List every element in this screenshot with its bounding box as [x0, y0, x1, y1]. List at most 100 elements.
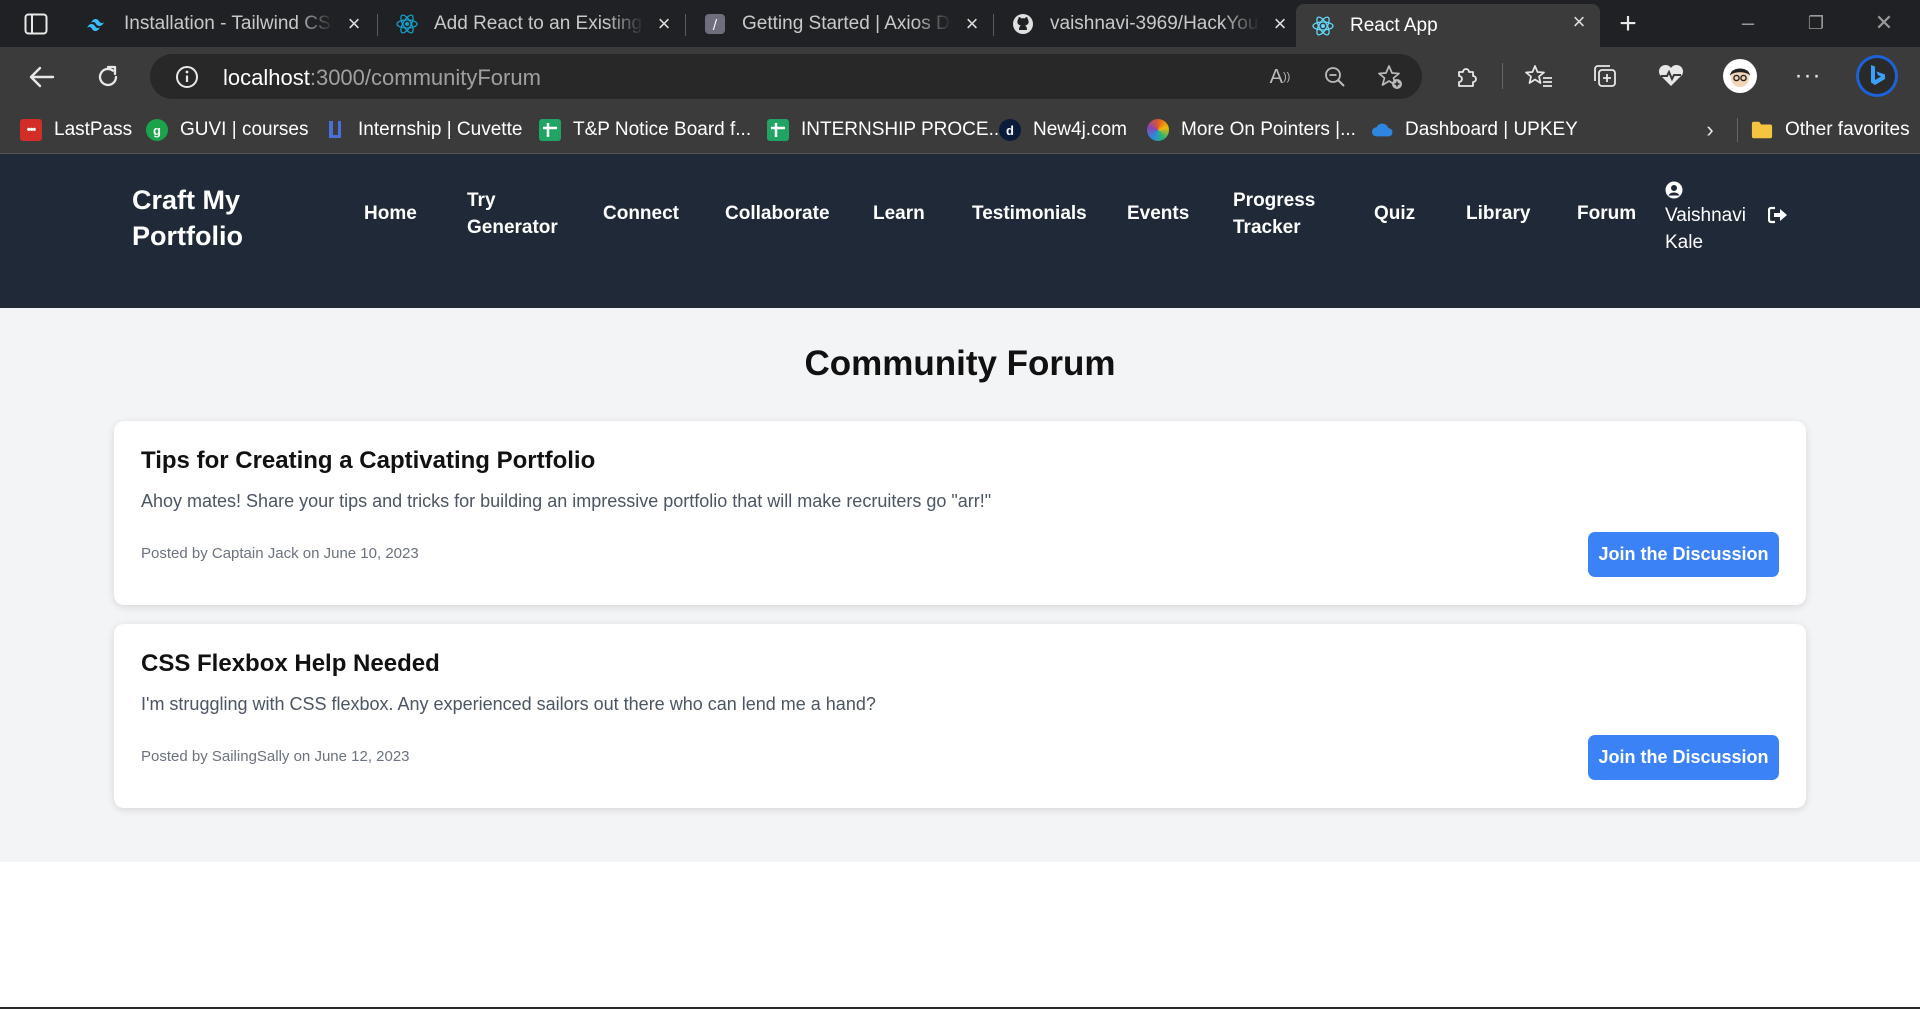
bookmark-tp-notice[interactable]: T&P Notice Board f... — [539, 116, 751, 144]
tab-react-docs[interactable]: Add React to an Existing P × — [380, 6, 685, 42]
tab-actions-icon[interactable] — [20, 11, 52, 37]
close-tab-icon[interactable]: × — [343, 13, 365, 35]
folder-icon — [1751, 119, 1773, 141]
nav-label: Library — [1466, 203, 1531, 224]
bookmark-upkey[interactable]: Dashboard | UPKEY — [1371, 116, 1578, 144]
nav-events[interactable]: Events — [1127, 200, 1189, 227]
cuvette-icon — [324, 119, 346, 141]
close-tab-icon[interactable]: × — [653, 13, 675, 35]
bookmark-label: Dashboard | UPKEY — [1405, 119, 1578, 140]
site-navbar: Craft My Portfolio Home Try Generator Con… — [0, 154, 1920, 308]
minimize-icon[interactable]: – — [1720, 6, 1776, 40]
close-tab-icon[interactable]: × — [1568, 11, 1590, 33]
nav-label: Events — [1127, 203, 1190, 224]
tab-tailwind[interactable]: Installation - Tailwind CSS × — [70, 6, 375, 42]
tab-divider — [993, 14, 994, 36]
nav-label: Learn — [873, 203, 925, 224]
bookmark-label: GUVI | courses — [180, 119, 309, 140]
browser-essentials-icon[interactable] — [1654, 60, 1688, 92]
tab-title: Add React to an Existing P — [434, 13, 644, 34]
tailwind-icon — [86, 13, 108, 35]
nav-progress-tracker[interactable]: Progress Tracker — [1233, 187, 1315, 241]
close-window-icon[interactable]: ✕ — [1856, 6, 1912, 40]
cloud-icon — [1371, 119, 1393, 141]
colorful-icon — [1147, 119, 1169, 141]
back-icon[interactable] — [24, 61, 60, 93]
browser-chrome: Installation - Tailwind CSS × Add React … — [0, 0, 1920, 154]
toolbar-divider — [1502, 63, 1503, 89]
nav-collaborate[interactable]: Collaborate — [725, 200, 830, 227]
favorites-icon[interactable] — [1522, 60, 1556, 92]
close-tab-icon[interactable]: × — [961, 13, 983, 35]
extensions-icon[interactable] — [1450, 60, 1484, 92]
post-meta: Posted by Captain Jack on June 10, 2023 — [141, 545, 419, 562]
tab-react-app[interactable]: React App × — [1296, 4, 1600, 47]
reload-icon[interactable] — [90, 60, 126, 94]
other-favorites[interactable]: Other favorites — [1751, 116, 1910, 144]
tab-axios[interactable]: / Getting Started | Axios Do × — [688, 6, 993, 42]
brand-logo[interactable]: Craft My Portfolio — [132, 182, 243, 254]
zoom-out-icon[interactable] — [1320, 63, 1350, 91]
forum-page: Community Forum Tips for Creating a Capt… — [0, 308, 1920, 862]
bookmark-label: T&P Notice Board f... — [573, 119, 752, 140]
react-icon — [1312, 15, 1334, 37]
bookmarks-divider — [1737, 118, 1738, 142]
join-discussion-button[interactable]: Join the Discussion — [1588, 532, 1779, 577]
nav-home[interactable]: Home — [364, 200, 417, 227]
nav-learn[interactable]: Learn — [873, 200, 925, 227]
brand-line: Portfolio — [132, 221, 243, 251]
bookmark-label: LastPass — [54, 119, 133, 140]
more-bookmarks-icon[interactable]: › — [1700, 117, 1720, 142]
site-info-icon[interactable] — [174, 64, 200, 90]
address-bar[interactable]: localhost:3000/communityForum A)) — [150, 54, 1422, 99]
bookmarks-bar: ••• LastPass g GUVI | courses Internship |… — [0, 106, 1920, 154]
user-circle-icon — [1665, 180, 1683, 200]
react-icon — [396, 13, 418, 35]
nav-quiz[interactable]: Quiz — [1374, 200, 1415, 227]
nav-label: Progress — [1233, 190, 1316, 211]
bookmark-neo4j[interactable]: d New4j.com — [999, 116, 1127, 144]
more-options-icon[interactable]: ··· — [1790, 60, 1826, 92]
bookmark-pointers[interactable]: More On Pointers |... — [1147, 116, 1356, 144]
forum-post-card: CSS Flexbox Help Needed I'm struggling w… — [114, 624, 1806, 808]
nav-forum[interactable]: Forum — [1577, 200, 1636, 227]
bookmark-guvi[interactable]: g GUVI | courses — [146, 116, 308, 144]
nav-user-profile[interactable]: Vaishnavi Kale — [1665, 180, 1746, 256]
profile-avatar[interactable] — [1720, 56, 1760, 96]
nav-label: Tracker — [1233, 217, 1301, 238]
post-body: Ahoy mates! Share your tips and tricks f… — [141, 491, 992, 511]
nav-connect[interactable]: Connect — [603, 200, 679, 227]
tab-title: Getting Started | Axios Do — [742, 13, 952, 34]
url-host: localhost — [223, 65, 310, 90]
url-text[interactable]: localhost:3000/communityForum — [223, 65, 541, 91]
tab-github[interactable]: vaishnavi-3969/HackYourF × — [996, 6, 1301, 42]
nav-library[interactable]: Library — [1466, 200, 1530, 227]
nav-label: Quiz — [1374, 203, 1416, 224]
bookmark-label: INTERNSHIP PROCE... — [801, 119, 1005, 140]
bookmark-lastpass[interactable]: ••• LastPass — [20, 116, 132, 144]
nav-testimonials[interactable]: Testimonials — [972, 200, 1087, 227]
bookmark-label: New4j.com — [1033, 119, 1127, 140]
bing-copilot-icon[interactable] — [1854, 53, 1900, 99]
tab-divider — [377, 14, 378, 36]
bookmark-label: Internship | Cuvette — [358, 119, 523, 140]
add-favorite-icon[interactable] — [1374, 62, 1406, 92]
nav-try-generator[interactable]: Try Generator — [467, 187, 558, 241]
tab-divider — [685, 14, 686, 36]
bookmark-internship[interactable]: INTERNSHIP PROCE... — [767, 116, 1004, 144]
collections-icon[interactable] — [1588, 60, 1622, 92]
sheets-icon — [539, 119, 561, 141]
post-meta: Posted by SailingSally on June 12, 2023 — [141, 748, 410, 765]
close-tab-icon[interactable]: × — [1269, 13, 1291, 35]
axios-icon: / — [704, 13, 726, 35]
bookmark-cuvette[interactable]: Internship | Cuvette — [324, 116, 522, 144]
nav-label: Forum — [1577, 203, 1637, 224]
logout-icon[interactable] — [1767, 204, 1789, 226]
join-discussion-button[interactable]: Join the Discussion — [1588, 735, 1779, 780]
restore-icon[interactable]: ❐ — [1788, 6, 1844, 40]
nav-label: Generator — [467, 217, 558, 238]
nav-label: Connect — [603, 203, 679, 224]
nav-label: Try — [467, 190, 496, 211]
new-tab-icon[interactable]: + — [1612, 7, 1644, 40]
read-aloud-icon[interactable]: A)) — [1265, 63, 1295, 91]
